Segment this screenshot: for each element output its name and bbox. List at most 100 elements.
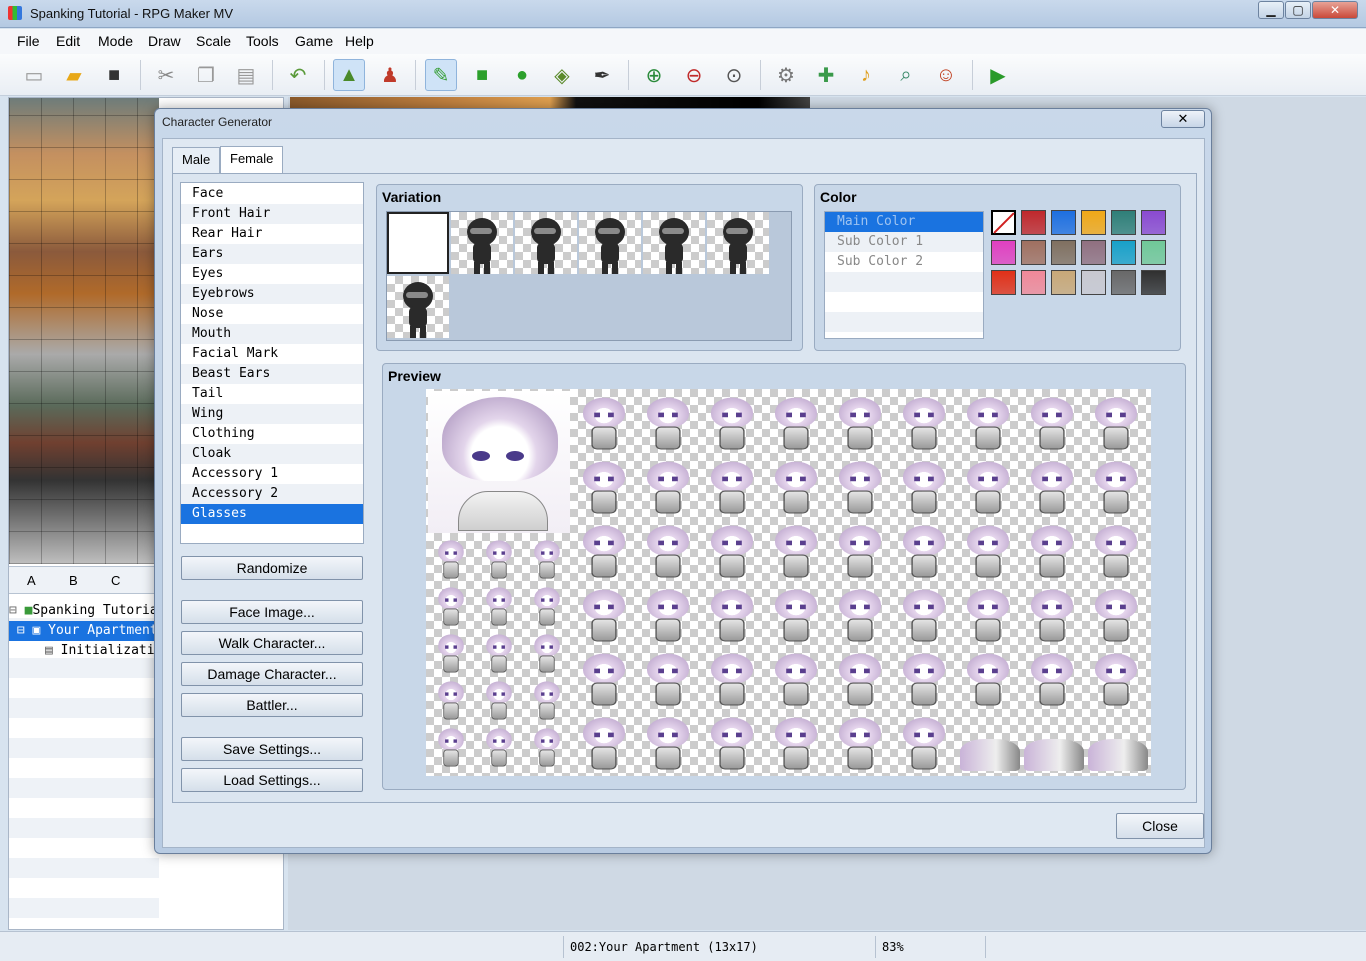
color-swatch[interactable] <box>1051 270 1076 295</box>
color-swatch[interactable] <box>1021 270 1046 295</box>
tileset-tab-a[interactable]: A <box>27 573 36 588</box>
color-swatch[interactable] <box>1081 270 1106 295</box>
part-item[interactable]: Eyebrows <box>181 284 363 304</box>
variation-option[interactable] <box>643 212 705 274</box>
tileset-tab-b[interactable]: B <box>69 573 78 588</box>
event-searcher-icon[interactable]: ⌕ <box>890 59 922 91</box>
color-swatch[interactable] <box>1081 240 1106 265</box>
undo-icon[interactable]: ↶ <box>282 59 314 91</box>
actual-size-icon[interactable]: ⊙ <box>718 59 750 91</box>
part-item[interactable]: Front Hair <box>181 204 363 224</box>
part-item[interactable]: Beast Ears <box>181 364 363 384</box>
part-item[interactable]: Tail <box>181 384 363 404</box>
map-mode-icon[interactable]: ▲ <box>333 59 365 91</box>
rectangle-icon[interactable]: ■ <box>466 59 498 91</box>
variation-option[interactable] <box>515 212 577 274</box>
shadow-pen-icon[interactable]: ✒ <box>586 59 618 91</box>
color-swatch[interactable] <box>1141 240 1166 265</box>
color-swatch[interactable] <box>1081 210 1106 235</box>
part-item[interactable]: Accessory 2 <box>181 484 363 504</box>
tree-map-selected[interactable]: ⊟ ▣ Your Apartment <box>9 621 159 641</box>
close-button[interactable]: Close <box>1116 813 1204 839</box>
color-swatch[interactable] <box>1111 240 1136 265</box>
paste-icon[interactable]: ▤ <box>230 59 262 91</box>
tileset-palette[interactable] <box>9 98 159 564</box>
character-generator-icon[interactable]: ☺ <box>930 59 962 91</box>
save-settings-button[interactable]: Save Settings... <box>181 737 363 761</box>
tree-project[interactable]: ⊟ ■Spanking Tutorial <box>9 601 159 621</box>
playtest-icon[interactable]: ▶ <box>982 59 1014 91</box>
open-project-icon[interactable]: ▰ <box>58 59 90 91</box>
color-swatch[interactable] <box>1021 210 1046 235</box>
minimize-button[interactable]: ▁ <box>1258 1 1284 19</box>
color-swatch[interactable] <box>991 240 1016 265</box>
part-item[interactable]: Accessory 1 <box>181 464 363 484</box>
walk-character-button[interactable]: Walk Character... <box>181 631 363 655</box>
no-color-swatch[interactable] <box>991 210 1016 235</box>
menu-file[interactable]: File <box>17 33 40 49</box>
maximize-button[interactable]: ▢ <box>1285 1 1311 19</box>
tab-female[interactable]: Female <box>220 146 284 173</box>
battler-button[interactable]: Battler... <box>181 693 363 717</box>
pencil-icon[interactable]: ✎ <box>425 59 457 91</box>
part-item[interactable]: Clothing <box>181 424 363 444</box>
close-window-button[interactable]: ✕ <box>1312 1 1358 19</box>
color-swatch[interactable] <box>1111 270 1136 295</box>
variation-option[interactable] <box>387 276 449 338</box>
color-slot-item[interactable]: Sub Color 1 <box>825 232 983 252</box>
battler-sprite <box>960 457 1016 517</box>
zoom-in-icon[interactable]: ⊕ <box>638 59 670 91</box>
part-item[interactable]: Glasses <box>181 504 363 524</box>
sound-test-icon[interactable]: ♪ <box>850 59 882 91</box>
fill-icon[interactable]: ◈ <box>546 59 578 91</box>
part-item[interactable]: Eyes <box>181 264 363 284</box>
event-mode-icon[interactable]: ♟ <box>374 59 406 91</box>
color-swatch[interactable] <box>1141 210 1166 235</box>
part-item[interactable]: Rear Hair <box>181 224 363 244</box>
database-icon[interactable]: ⚙ <box>770 59 802 91</box>
randomize-button[interactable]: Randomize <box>181 556 363 580</box>
cut-icon[interactable]: ✂ <box>150 59 182 91</box>
menu-edit[interactable]: Edit <box>56 33 80 49</box>
variation-option[interactable] <box>707 212 769 274</box>
part-item[interactable]: Nose <box>181 304 363 324</box>
variation-option[interactable] <box>451 212 513 274</box>
menu-mode[interactable]: Mode <box>98 33 133 49</box>
ellipse-icon[interactable]: ● <box>506 59 538 91</box>
tab-male[interactable]: Male <box>172 147 221 173</box>
walk-sprite <box>482 537 516 581</box>
color-slot-item[interactable]: Sub Color 2 <box>825 252 983 272</box>
menu-help[interactable]: Help <box>345 33 374 49</box>
dialog-close-x-button[interactable]: ✕ <box>1161 110 1205 128</box>
menu-draw[interactable]: Draw <box>148 33 181 49</box>
color-swatch[interactable] <box>991 270 1016 295</box>
plugin-manager-icon[interactable]: ✚ <box>810 59 842 91</box>
part-item[interactable]: Cloak <box>181 444 363 464</box>
part-item[interactable]: Facial Mark <box>181 344 363 364</box>
menu-game[interactable]: Game <box>295 33 333 49</box>
color-swatch[interactable] <box>1111 210 1136 235</box>
part-item[interactable]: Face <box>181 184 363 204</box>
tree-map-child[interactable]: ▤ Initialization <box>45 641 159 661</box>
menu-tools[interactable]: Tools <box>246 33 279 49</box>
face-image-button[interactable]: Face Image... <box>181 600 363 624</box>
part-item[interactable]: Ears <box>181 244 363 264</box>
variation-option[interactable] <box>387 212 449 274</box>
color-swatch[interactable] <box>1141 270 1166 295</box>
variation-option[interactable] <box>579 212 641 274</box>
color-swatch[interactable] <box>1051 240 1076 265</box>
load-settings-button[interactable]: Load Settings... <box>181 768 363 792</box>
parts-list: Face Front Hair Rear Hair Ears Eyes Eyebrows N… <box>180 182 364 544</box>
save-project-icon[interactable]: ■ <box>98 59 130 91</box>
menu-scale[interactable]: Scale <box>196 33 231 49</box>
tileset-tab-c[interactable]: C <box>111 573 120 588</box>
part-item[interactable]: Mouth <box>181 324 363 344</box>
copy-icon[interactable]: ❐ <box>190 59 222 91</box>
damage-character-button[interactable]: Damage Character... <box>181 662 363 686</box>
color-swatch[interactable] <box>1021 240 1046 265</box>
color-swatch[interactable] <box>1051 210 1076 235</box>
new-project-icon[interactable]: ▭ <box>18 59 50 91</box>
color-slot-item[interactable]: Main Color <box>825 212 983 232</box>
zoom-out-icon[interactable]: ⊖ <box>678 59 710 91</box>
part-item[interactable]: Wing <box>181 404 363 424</box>
